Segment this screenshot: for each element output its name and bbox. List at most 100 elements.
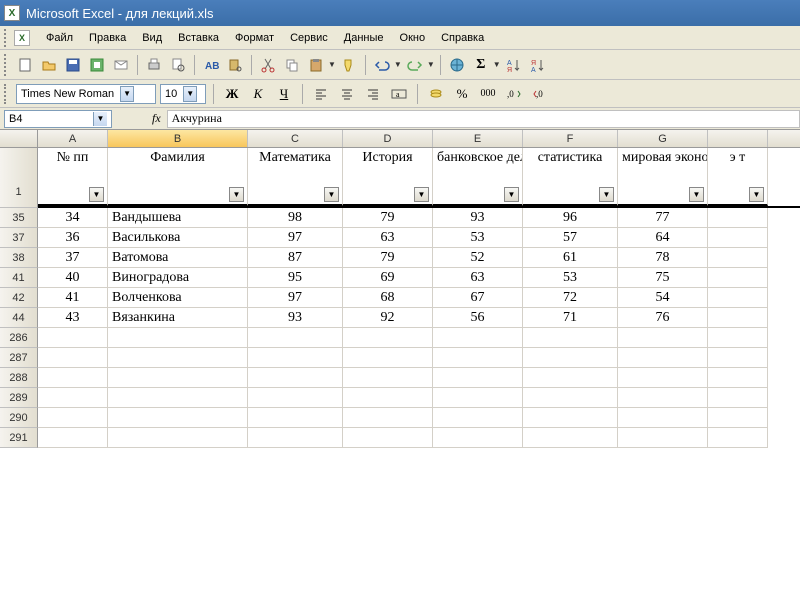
filter-button[interactable]: ▼ [414, 187, 429, 202]
cell[interactable] [38, 328, 108, 348]
cell[interactable] [708, 288, 768, 308]
row-header[interactable]: 38 [0, 248, 38, 268]
comma-icon[interactable]: 000 [477, 83, 499, 105]
cell[interactable] [433, 368, 523, 388]
cell[interactable] [433, 388, 523, 408]
row-header[interactable]: 37 [0, 228, 38, 248]
cell[interactable]: 63 [433, 268, 523, 288]
cell[interactable]: 41 [38, 288, 108, 308]
filter-button[interactable]: ▼ [89, 187, 104, 202]
cell[interactable] [38, 408, 108, 428]
cell[interactable]: 69 [343, 268, 433, 288]
menu-data[interactable]: Данные [336, 29, 392, 47]
cell[interactable] [433, 348, 523, 368]
autosum-icon[interactable]: Σ [470, 54, 492, 76]
cell[interactable] [708, 348, 768, 368]
cell[interactable]: 68 [343, 288, 433, 308]
cell[interactable] [343, 428, 433, 448]
cell[interactable] [248, 388, 343, 408]
cell[interactable]: 54 [618, 288, 708, 308]
cell[interactable]: 72 [523, 288, 618, 308]
filter-button[interactable]: ▼ [229, 187, 244, 202]
hyperlink-icon[interactable] [446, 54, 468, 76]
cell[interactable]: 61 [523, 248, 618, 268]
cell[interactable]: Волченкова [108, 288, 248, 308]
row-header[interactable]: 35 [0, 208, 38, 228]
cell[interactable]: Виноградова [108, 268, 248, 288]
cell[interactable] [708, 308, 768, 328]
cell[interactable] [708, 248, 768, 268]
undo-icon[interactable] [371, 54, 393, 76]
header-cell[interactable]: Фамилия▼ [108, 148, 248, 206]
cell[interactable] [618, 368, 708, 388]
filter-button[interactable]: ▼ [749, 187, 764, 202]
col-header-c[interactable]: C [248, 130, 343, 147]
chevron-down-icon[interactable]: ▼ [93, 112, 107, 126]
cell[interactable] [433, 428, 523, 448]
cell[interactable] [38, 368, 108, 388]
cell[interactable] [38, 348, 108, 368]
cell[interactable]: 53 [523, 268, 618, 288]
cell[interactable] [108, 388, 248, 408]
cell[interactable] [618, 328, 708, 348]
cell[interactable] [708, 208, 768, 228]
cell[interactable]: 52 [433, 248, 523, 268]
cell[interactable] [343, 328, 433, 348]
col-header-a[interactable]: A [38, 130, 108, 147]
filter-button[interactable]: ▼ [504, 187, 519, 202]
cell[interactable] [618, 408, 708, 428]
autosum-dropdown[interactable]: Σ ▼ [470, 54, 501, 76]
cell[interactable] [708, 408, 768, 428]
menu-view[interactable]: Вид [134, 29, 170, 47]
cell[interactable]: Вязанкина [108, 308, 248, 328]
cell[interactable] [523, 368, 618, 388]
cell[interactable] [708, 328, 768, 348]
header-cell[interactable]: мировая экономика▼ [618, 148, 708, 206]
chevron-down-icon[interactable]: ▼ [427, 60, 435, 69]
cell[interactable] [248, 428, 343, 448]
col-header-h[interactable] [708, 130, 768, 147]
italic-button[interactable]: К [247, 83, 269, 105]
cell[interactable]: 67 [433, 288, 523, 308]
cell[interactable]: 98 [248, 208, 343, 228]
formula-input[interactable]: Акчурина [167, 110, 800, 128]
cell[interactable] [248, 328, 343, 348]
cell[interactable]: 77 [618, 208, 708, 228]
name-box[interactable]: B4 ▼ [4, 110, 112, 128]
cell[interactable]: 95 [248, 268, 343, 288]
cell[interactable] [708, 428, 768, 448]
cell[interactable] [248, 408, 343, 428]
col-header-e[interactable]: E [433, 130, 523, 147]
align-left-icon[interactable] [310, 83, 332, 105]
cell[interactable]: 75 [618, 268, 708, 288]
font-name-combo[interactable]: Times New Roman ▼ [16, 84, 156, 104]
menu-format[interactable]: Формат [227, 29, 282, 47]
cell[interactable] [108, 428, 248, 448]
align-right-icon[interactable] [362, 83, 384, 105]
cell[interactable]: Вандышева [108, 208, 248, 228]
select-all-corner[interactable] [0, 130, 38, 147]
cell[interactable] [343, 388, 433, 408]
header-cell[interactable]: Математика▼ [248, 148, 343, 206]
menu-insert[interactable]: Вставка [170, 29, 227, 47]
header-cell[interactable]: статистика▼ [523, 148, 618, 206]
cell[interactable] [523, 428, 618, 448]
filter-button[interactable]: ▼ [324, 187, 339, 202]
spelling-icon[interactable]: ABC [200, 54, 222, 76]
row-header[interactable]: 287 [0, 348, 38, 368]
cell[interactable] [618, 428, 708, 448]
col-header-f[interactable]: F [523, 130, 618, 147]
cell[interactable] [343, 408, 433, 428]
filter-button[interactable]: ▼ [689, 187, 704, 202]
header-cell[interactable]: банковское дело▼ [433, 148, 523, 206]
fmt-grip[interactable] [4, 84, 10, 104]
cell[interactable] [108, 408, 248, 428]
cut-icon[interactable] [257, 54, 279, 76]
cell[interactable]: 34 [38, 208, 108, 228]
cell[interactable] [343, 368, 433, 388]
cell[interactable]: 36 [38, 228, 108, 248]
copy-icon[interactable] [281, 54, 303, 76]
permissions-icon[interactable] [86, 54, 108, 76]
col-header-d[interactable]: D [343, 130, 433, 147]
open-icon[interactable] [38, 54, 60, 76]
